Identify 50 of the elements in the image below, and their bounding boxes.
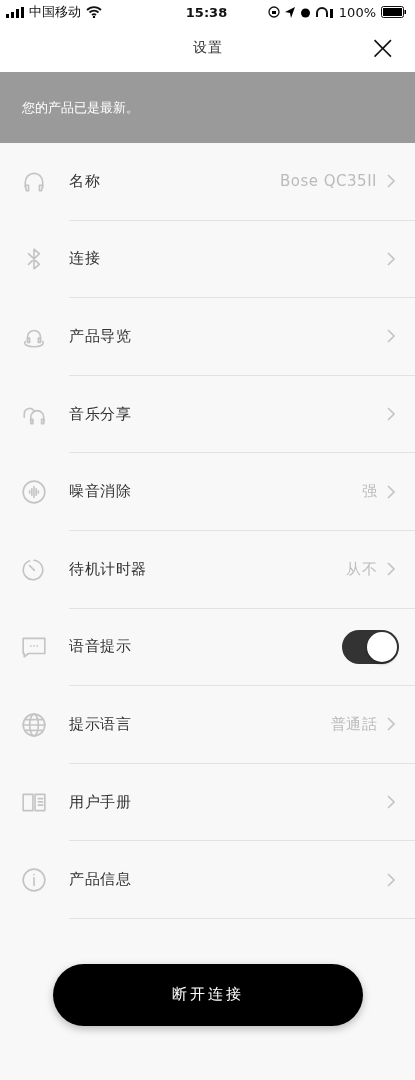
setting-label: 待机计时器 <box>69 559 148 579</box>
clock-time: 15:38 <box>185 4 228 20</box>
chevron-right-icon <box>387 562 395 577</box>
battery-percent: 100% <box>338 4 376 20</box>
chevron-right-icon <box>387 795 395 810</box>
setting-value: 普通話 <box>330 714 377 734</box>
setting-value: 从不 <box>346 559 377 579</box>
battery-icon <box>381 6 407 18</box>
settings-row[interactable]: 噪音消除 强 <box>69 453 415 531</box>
toggle-switch[interactable] <box>342 629 399 664</box>
location-icon <box>284 6 295 18</box>
setting-label: 用户手册 <box>69 792 132 812</box>
settings-row[interactable]: 产品信息 <box>69 841 415 919</box>
setting-label: 产品信息 <box>69 870 132 890</box>
carrier-name: 中国移动 <box>29 3 81 21</box>
setting-label: 提示语言 <box>69 714 132 734</box>
setting-label: 名称 <box>69 171 101 191</box>
settings-row[interactable]: 待机计时器 从不 <box>69 530 415 609</box>
setting-label: 语音提示 <box>69 637 132 657</box>
chevron-right-icon <box>387 872 395 887</box>
update-banner: 您的产品已是最新。 <box>0 72 415 143</box>
settings-row[interactable]: 语音提示 <box>69 608 415 687</box>
headphones-icon <box>315 6 334 18</box>
settings-row[interactable]: 产品导览 <box>69 298 415 376</box>
disconnect-button[interactable]: 断开连接 <box>52 963 363 1026</box>
info-icon <box>21 867 47 894</box>
settings-row[interactable]: 提示语言 普通話 <box>69 686 415 764</box>
setting-label: 音乐分享 <box>69 404 132 424</box>
settings-row[interactable]: 名称 Bose QC35II <box>69 143 415 221</box>
settings-row[interactable]: 连接 <box>69 220 415 299</box>
chevron-right-icon <box>387 251 395 266</box>
chevron-right-icon <box>387 484 395 499</box>
globe-icon <box>21 711 47 738</box>
close-button[interactable]: × <box>364 32 401 62</box>
lock-rotation-icon <box>267 6 280 18</box>
signal-icon <box>6 6 24 18</box>
wifi-icon <box>86 6 102 18</box>
chevron-right-icon <box>387 407 395 422</box>
setting-label: 连接 <box>69 249 101 269</box>
chevron-right-icon <box>387 329 395 344</box>
setting-value: 强 <box>361 482 377 502</box>
settings-row[interactable]: 用户手册 <box>69 763 415 842</box>
setting-label: 产品导览 <box>69 327 132 346</box>
chevron-right-icon <box>387 174 395 189</box>
settings-row[interactable]: 音乐分享 <box>69 375 415 454</box>
chevron-right-icon <box>387 717 395 732</box>
setting-label: 噪音消除 <box>69 482 132 502</box>
page-title: 设置 <box>192 39 223 57</box>
setting-value: Bose QC35II <box>280 172 377 191</box>
sound-wave-icon <box>21 479 47 506</box>
